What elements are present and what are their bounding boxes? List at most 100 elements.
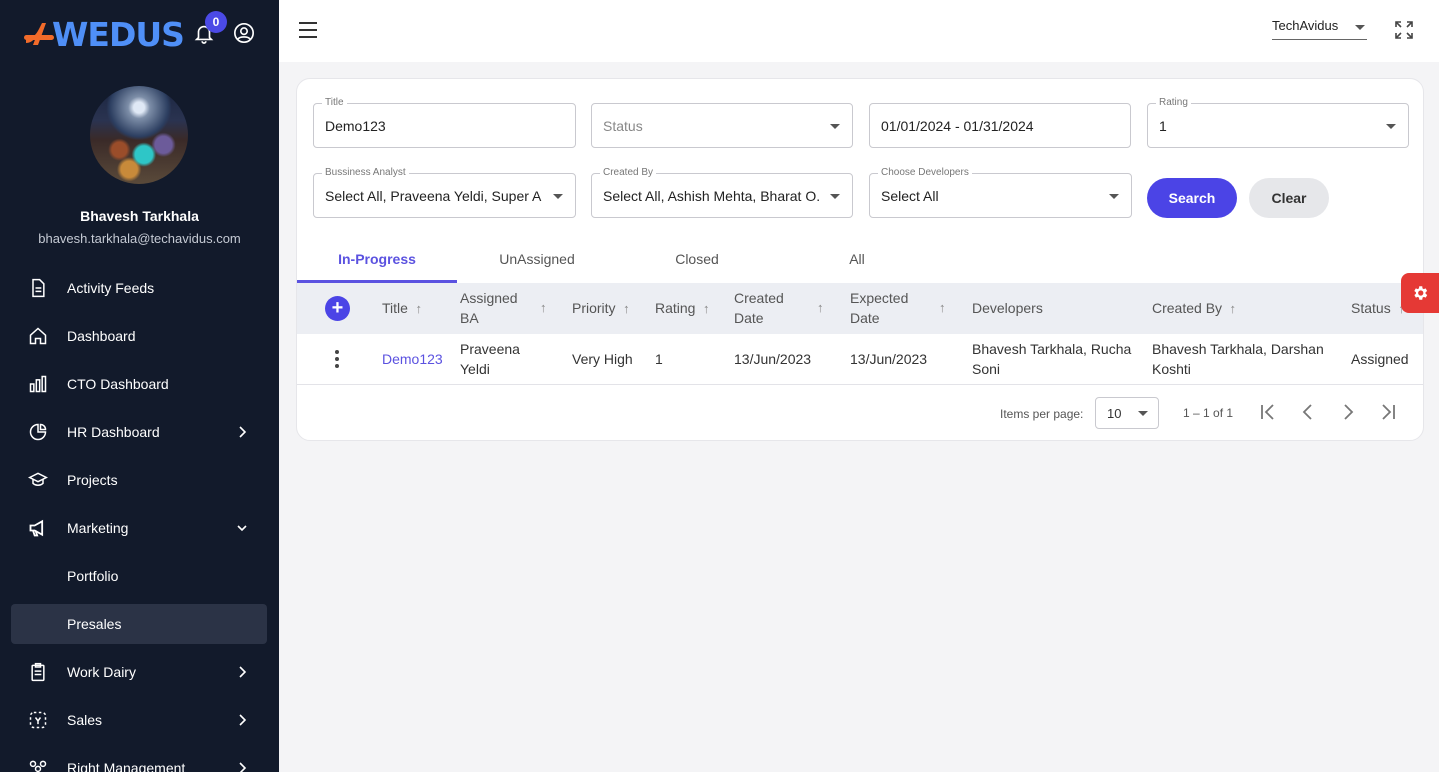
- sidebar-item-hr-dashboard[interactable]: HR Dashboard: [11, 408, 267, 456]
- business-analyst-select[interactable]: Bussiness Analyst Select All, Praveena Y…: [313, 167, 576, 218]
- sidebar-item-portfolio[interactable]: Portfolio: [11, 552, 267, 600]
- column-header-priority[interactable]: Priority ↑: [572, 298, 630, 319]
- date-range-field[interactable]: 01/01/2024 - 01/31/2024: [869, 103, 1131, 148]
- notification-badge: 0: [205, 11, 227, 33]
- sort-arrow-icon: ↑: [411, 301, 422, 316]
- column-header-created-by[interactable]: Created By ↑: [1152, 298, 1236, 319]
- column-header-assigned-ba[interactable]: Assigned BA: [460, 288, 518, 328]
- sidebar-item-right-management[interactable]: Right Management: [11, 744, 267, 772]
- page-range-label: 1 – 1 of 1: [1183, 406, 1234, 420]
- chevron-right-icon: [239, 666, 247, 678]
- sidebar-item-marketing[interactable]: Marketing: [11, 504, 267, 552]
- user-account-icon[interactable]: [233, 22, 255, 44]
- sidebar-item-sales[interactable]: Sales: [11, 696, 267, 744]
- created-by-label: Created By: [600, 167, 657, 178]
- megaphone-icon: [27, 517, 49, 539]
- row-created-date: 13/Jun/2023: [734, 351, 812, 367]
- app-logo[interactable]: WEDUS: [22, 14, 185, 54]
- fullscreen-icon[interactable]: [1394, 20, 1414, 40]
- clipboard-icon: [27, 661, 49, 683]
- row-priority: Very High: [572, 351, 633, 367]
- items-per-page-select[interactable]: 10: [1095, 397, 1159, 429]
- sidebar-item-activity-feeds[interactable]: Activity Feeds: [11, 264, 267, 312]
- last-page-icon[interactable]: [1377, 401, 1399, 423]
- tab-all[interactable]: All: [777, 237, 937, 283]
- status-tabs: In-Progress UnAssigned Closed All: [297, 237, 1423, 283]
- organization-name: TechAvidus: [1272, 18, 1339, 33]
- tab-unassigned[interactable]: UnAssigned: [457, 237, 617, 283]
- row-created-by: Bhavesh Tarkhala, Darshan Koshti: [1152, 339, 1324, 379]
- next-page-icon[interactable]: [1337, 401, 1359, 423]
- column-header-created-date[interactable]: Created Date: [734, 288, 784, 328]
- clear-button[interactable]: Clear: [1249, 178, 1329, 218]
- column-header-label: Status: [1351, 300, 1391, 316]
- column-header-title[interactable]: Title ↑: [382, 298, 422, 319]
- organization-select[interactable]: TechAvidus: [1272, 18, 1367, 40]
- logo-mark-icon: [24, 23, 54, 45]
- presales-card: Title Demo123 Status 01/01/2024 - 01/31/…: [296, 78, 1424, 441]
- graduation-cap-icon: [27, 469, 49, 491]
- user-name: Bhavesh Tarkhala: [80, 208, 199, 224]
- title-field-label: Title: [322, 97, 347, 108]
- more-options-icon[interactable]: [335, 350, 339, 370]
- home-icon: [27, 325, 49, 347]
- rating-select[interactable]: Rating 1: [1147, 97, 1409, 148]
- pie-chart-icon: [27, 421, 49, 443]
- tab-in-progress[interactable]: In-Progress: [297, 237, 457, 283]
- cell-line: Bhavesh Tarkhala, Darshan: [1152, 341, 1324, 357]
- add-icon[interactable]: +: [325, 296, 350, 321]
- sidebar-item-projects[interactable]: Projects: [11, 456, 267, 504]
- sidebar: WEDUS 0 Bhavesh Tarkhala bhavesh.tarkhal…: [0, 0, 279, 772]
- created-by-value: Select All, Ashish Mehta, Bharat O...: [603, 188, 819, 204]
- sidebar-item-work-dairy[interactable]: Work Dairy: [11, 648, 267, 696]
- sort-arrow-icon[interactable]: ↑: [817, 298, 824, 318]
- developers-label: Choose Developers: [878, 167, 972, 178]
- column-header-label: Created By: [1152, 300, 1223, 316]
- sidebar-item-label: Dashboard: [67, 328, 136, 344]
- gear-icon: [1414, 286, 1428, 300]
- business-analyst-label: Bussiness Analyst: [322, 167, 409, 178]
- sidebar-item-presales[interactable]: Presales: [11, 604, 267, 644]
- row-title-link[interactable]: Demo123: [382, 349, 443, 369]
- people-icon: [27, 757, 49, 772]
- column-header-developers[interactable]: Developers: [972, 298, 1043, 318]
- column-header-rating[interactable]: Rating ↑: [655, 298, 709, 319]
- row-status: Assigned: [1351, 351, 1409, 367]
- chevron-right-icon: [239, 762, 247, 772]
- caret-down-icon: [830, 124, 840, 129]
- sidebar-item-label: CTO Dashboard: [67, 376, 169, 392]
- sort-arrow-icon: ↑: [699, 301, 710, 316]
- table-row[interactable]: Demo123 Praveena Yeldi Very High 1 13/Ju…: [297, 334, 1423, 385]
- date-range-value: 01/01/2024 - 01/31/2024: [881, 118, 1034, 134]
- column-header-label: Date: [734, 310, 764, 326]
- sidebar-item-dashboard[interactable]: Dashboard: [11, 312, 267, 360]
- developers-select[interactable]: Choose Developers Select All: [869, 167, 1132, 218]
- cell-line: Koshti: [1152, 361, 1191, 377]
- row-expected-date: 13/Jun/2023: [850, 351, 928, 367]
- sidebar-item-cto-dashboard[interactable]: CTO Dashboard: [11, 360, 267, 408]
- business-analyst-value: Select All, Praveena Yeldi, Super A...: [325, 188, 542, 204]
- column-header-label: Assigned: [460, 290, 518, 306]
- chevron-right-icon: [239, 426, 247, 438]
- settings-panel-toggle[interactable]: [1401, 273, 1439, 313]
- status-select[interactable]: Status: [591, 103, 853, 148]
- sort-arrow-icon[interactable]: ↑: [939, 298, 946, 318]
- first-page-icon[interactable]: [1257, 401, 1279, 423]
- menu-icon[interactable]: [299, 22, 317, 38]
- column-header-expected-date[interactable]: Expected Date: [850, 288, 908, 328]
- previous-page-icon[interactable]: [1297, 401, 1319, 423]
- search-button[interactable]: Search: [1147, 178, 1237, 218]
- items-per-page-value: 10: [1107, 406, 1122, 421]
- avatar[interactable]: [90, 86, 188, 184]
- row-developers: Bhavesh Tarkhala, Rucha Soni: [972, 339, 1131, 379]
- sort-arrow-icon[interactable]: ↑: [540, 298, 547, 318]
- column-header-status[interactable]: Status ↑: [1351, 298, 1405, 319]
- column-header-label: Created: [734, 290, 784, 306]
- tab-closed[interactable]: Closed: [617, 237, 777, 283]
- rating-select-label: Rating: [1156, 97, 1191, 108]
- created-by-select[interactable]: Created By Select All, Ashish Mehta, Bha…: [591, 167, 853, 218]
- column-header-label: Expected: [850, 290, 909, 306]
- title-field[interactable]: Title Demo123: [313, 97, 576, 148]
- top-bar: TechAvidus: [279, 0, 1439, 62]
- column-header-label: Priority: [572, 300, 616, 316]
